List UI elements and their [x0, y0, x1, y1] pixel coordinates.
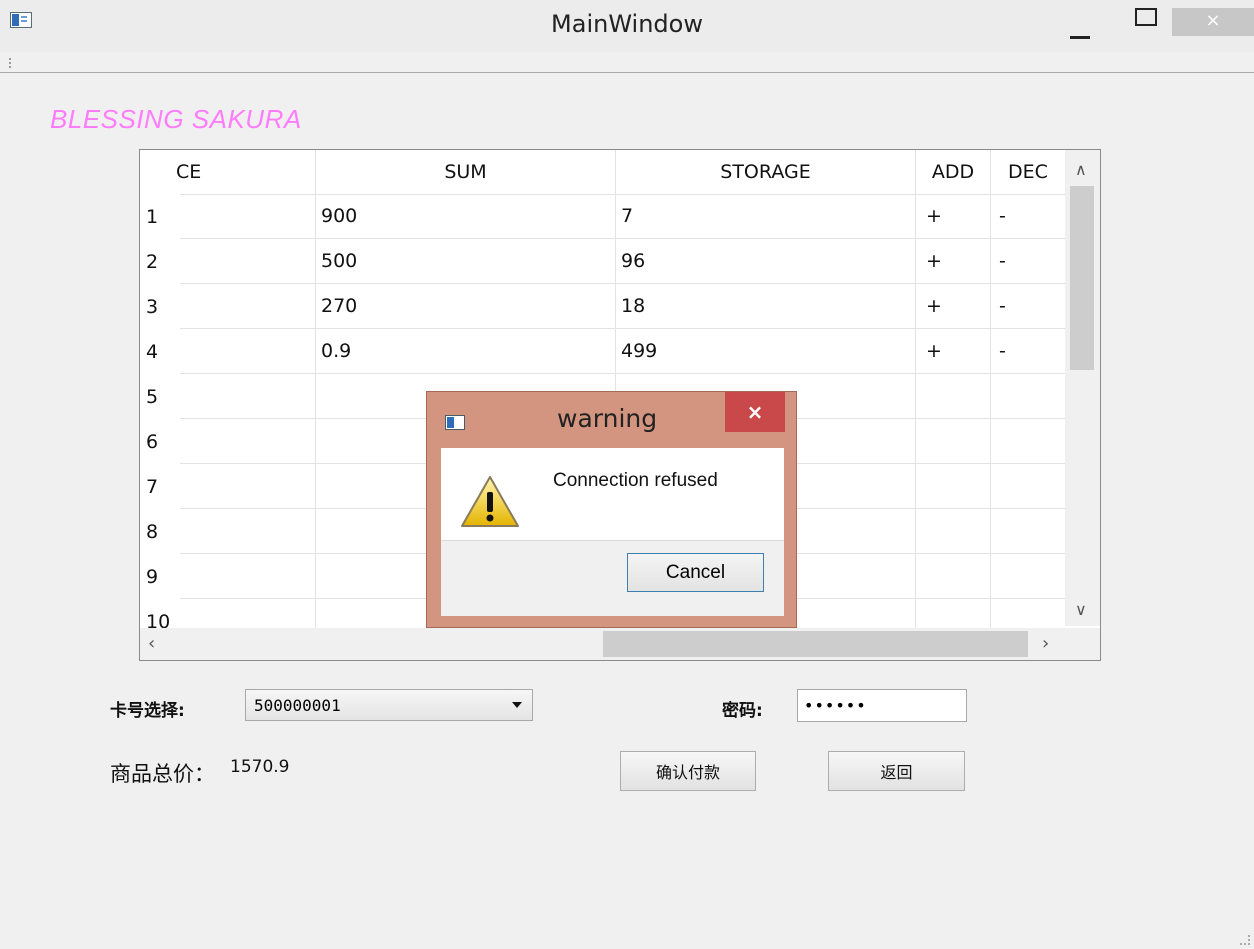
dialog-title: warning — [557, 404, 658, 433]
toolbar-grip[interactable] — [9, 58, 13, 68]
resize-grip[interactable] — [1240, 935, 1250, 945]
table-cell[interactable] — [991, 419, 1065, 464]
confirm-payment-button[interactable]: 确认付款 — [620, 751, 756, 791]
card-number-select[interactable]: 500000001 — [245, 689, 533, 721]
row-header[interactable]: 3 — [140, 284, 180, 329]
total-price-value: 1570.9 — [230, 757, 290, 777]
close-icon[interactable]: × — [1172, 8, 1254, 36]
table-cell[interactable] — [991, 374, 1065, 419]
scroll-corner — [1065, 628, 1100, 660]
back-button[interactable]: 返回 — [828, 751, 965, 791]
table-cell-storage[interactable]: 96 — [616, 239, 916, 284]
dialog-body: Connection refused — [441, 448, 784, 540]
column-header-add[interactable]: ADD — [916, 150, 991, 194]
scroll-down-icon[interactable]: ∨ — [1075, 600, 1087, 619]
scroll-up-icon[interactable]: ∧ — [1075, 160, 1087, 179]
title-bar: MainWindow × — [0, 0, 1254, 52]
row-header[interactable]: 5 — [140, 374, 180, 419]
column-header-sum[interactable]: SUM — [316, 150, 616, 194]
table-header: CE SUM STORAGE ADD DEC — [140, 150, 1100, 195]
column-header-price[interactable]: CE — [176, 150, 316, 194]
dec-cell[interactable]: - — [991, 194, 1065, 239]
row-header[interactable]: 1 — [140, 194, 180, 239]
column-header-storage[interactable]: STORAGE — [616, 150, 916, 194]
card-number-value: 500000001 — [254, 695, 341, 715]
table-cell[interactable] — [916, 464, 991, 509]
table-cell[interactable] — [916, 509, 991, 554]
table-cell[interactable] — [180, 284, 316, 329]
maximize-icon[interactable] — [1135, 8, 1157, 26]
table-cell[interactable] — [991, 554, 1065, 599]
table-cell[interactable] — [180, 194, 316, 239]
table-cell[interactable] — [180, 464, 316, 509]
total-price-label: 商品总价： — [110, 762, 215, 786]
table-cell-sum[interactable]: 900 — [316, 194, 616, 239]
minimize-icon[interactable] — [1070, 36, 1090, 39]
password-label: 密码: — [722, 701, 763, 721]
table-cell-sum[interactable]: 500 — [316, 239, 616, 284]
row-header[interactable]: 4 — [140, 329, 180, 374]
table-cell[interactable] — [180, 374, 316, 419]
row-header[interactable]: 7 — [140, 464, 180, 509]
dialog-message: Connection refused — [553, 470, 718, 491]
dec-cell[interactable]: - — [991, 284, 1065, 329]
add-cell[interactable]: + — [916, 329, 991, 374]
add-cell[interactable]: + — [916, 194, 991, 239]
cancel-button[interactable]: Cancel — [627, 553, 764, 592]
scroll-right-icon[interactable]: › — [1042, 633, 1049, 654]
card-number-label: 卡号选择: — [110, 701, 185, 721]
dec-cell[interactable]: - — [991, 239, 1065, 284]
table-cell-storage[interactable]: 499 — [616, 329, 916, 374]
window-title: MainWindow — [551, 10, 703, 38]
close-icon[interactable]: × — [725, 392, 785, 432]
table-cell-storage[interactable]: 18 — [616, 284, 916, 329]
horizontal-scrollbar[interactable]: ‹ › — [140, 628, 1065, 660]
password-field[interactable]: •••••• — [797, 689, 967, 722]
vertical-scroll-thumb[interactable] — [1070, 186, 1094, 370]
scroll-left-icon[interactable]: ‹ — [148, 633, 155, 654]
table-cell[interactable] — [991, 509, 1065, 554]
add-cell[interactable]: + — [916, 284, 991, 329]
vertical-scrollbar[interactable]: ∧ ∨ — [1065, 150, 1100, 626]
table-cell[interactable] — [916, 419, 991, 464]
row-header[interactable]: 6 — [140, 419, 180, 464]
table-cell[interactable] — [180, 554, 316, 599]
app-icon — [445, 415, 465, 430]
column-header-dec[interactable]: DEC — [991, 150, 1065, 194]
warning-dialog: warning × Connection refused Cancel — [426, 391, 797, 628]
warning-icon — [461, 476, 519, 527]
table-cell[interactable] — [991, 464, 1065, 509]
dec-cell[interactable]: - — [991, 329, 1065, 374]
table-cell-sum[interactable]: 270 — [316, 284, 616, 329]
table-cell[interactable] — [916, 554, 991, 599]
row-header[interactable]: 9 — [140, 554, 180, 599]
table-cell[interactable] — [180, 239, 316, 284]
table-cell[interactable] — [180, 329, 316, 374]
table-cell[interactable] — [180, 509, 316, 554]
table-cell[interactable] — [180, 419, 316, 464]
add-cell[interactable]: + — [916, 239, 991, 284]
toolbar-separator — [0, 72, 1254, 73]
row-header[interactable]: 8 — [140, 509, 180, 554]
table-cell-sum[interactable]: 0.9 — [316, 329, 616, 374]
row-header[interactable]: 2 — [140, 239, 180, 284]
table-cell[interactable] — [916, 374, 991, 419]
brand-label: BLESSING SAKURA — [50, 104, 302, 134]
horizontal-scroll-thumb[interactable] — [603, 631, 1028, 657]
table-cell-storage[interactable]: 7 — [616, 194, 916, 239]
dropdown-arrow-icon[interactable] — [512, 702, 522, 708]
